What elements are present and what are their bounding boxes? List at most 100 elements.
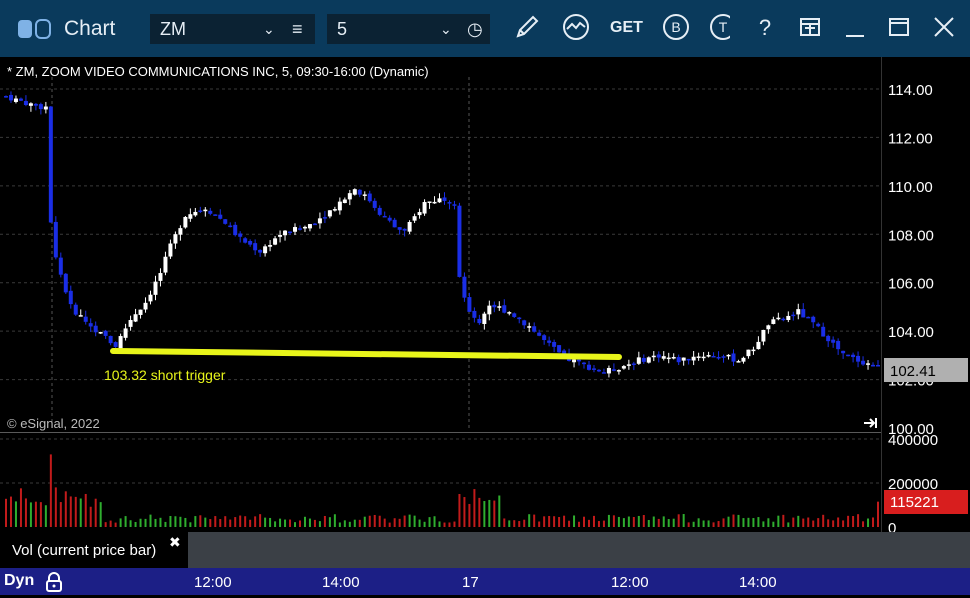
volume-bar bbox=[154, 518, 157, 527]
candle-body bbox=[577, 359, 582, 362]
volume-bar bbox=[732, 514, 735, 527]
candle-body bbox=[387, 217, 392, 221]
help-icon[interactable]: ? bbox=[750, 12, 780, 44]
price-tick-label: 112.00 bbox=[888, 130, 933, 147]
candle-body bbox=[243, 238, 248, 243]
volume-bar bbox=[548, 515, 551, 527]
candle-body bbox=[397, 227, 402, 230]
volume-bar bbox=[488, 499, 491, 527]
close-icon[interactable] bbox=[929, 12, 959, 44]
close-study-icon[interactable]: ✖ bbox=[169, 534, 181, 551]
skip-to-end-icon[interactable] bbox=[864, 418, 877, 428]
candle-body bbox=[288, 231, 293, 234]
volume-bar bbox=[229, 519, 232, 527]
candle-body bbox=[871, 364, 876, 367]
price-tick-label: 106.00 bbox=[888, 276, 934, 293]
volume-bar bbox=[423, 521, 426, 527]
volume-bar bbox=[617, 516, 620, 527]
layout-icon[interactable] bbox=[795, 12, 825, 44]
trendline[interactable] bbox=[110, 348, 622, 360]
price-chart[interactable]: 103.32 short trigger * ZM, ZOOM VIDEO CO… bbox=[0, 57, 970, 537]
candle-body bbox=[502, 305, 507, 313]
volume-bar bbox=[239, 515, 242, 527]
candle-body bbox=[103, 330, 108, 336]
volume-bar bbox=[493, 500, 496, 527]
volume-bar bbox=[378, 515, 381, 527]
candle-body bbox=[297, 228, 302, 230]
volume-bar bbox=[767, 518, 770, 527]
b-icon[interactable]: B bbox=[661, 12, 691, 44]
maximize-icon[interactable] bbox=[884, 12, 914, 44]
volume-bar bbox=[483, 501, 486, 527]
t-icon[interactable]: T bbox=[708, 12, 730, 44]
time-tick: 12:00 bbox=[611, 574, 649, 591]
candle-body bbox=[258, 249, 263, 253]
candle-body bbox=[746, 349, 751, 357]
chevron-down-icon[interactable]: ⌄ bbox=[263, 14, 275, 44]
candle-body bbox=[532, 326, 537, 332]
volume-bar bbox=[408, 514, 411, 527]
clock-icon[interactable]: ◷ bbox=[467, 14, 483, 44]
volume-bar bbox=[323, 515, 326, 527]
menu-icon[interactable]: ≡ bbox=[292, 14, 303, 44]
volume-tick-label: 0 bbox=[888, 520, 896, 532]
volume-bar bbox=[762, 521, 765, 527]
volume-bar bbox=[14, 501, 17, 527]
candle-body bbox=[776, 317, 781, 320]
volume-bar bbox=[717, 521, 720, 527]
candle-body bbox=[228, 225, 233, 228]
symbol-input[interactable]: ZM ⌄ ≡ bbox=[150, 14, 315, 44]
price-axis-labels: 114.00 112.00 110.00 108.00 106.00 104.00 102.… bbox=[888, 82, 934, 438]
get-icon[interactable]: GET bbox=[610, 12, 643, 44]
volume-bar bbox=[498, 495, 501, 527]
candle-body bbox=[801, 309, 806, 318]
candle-body bbox=[791, 314, 796, 317]
price-tick-label: 104.00 bbox=[888, 324, 934, 341]
candle-body bbox=[173, 234, 178, 244]
volume-bar bbox=[777, 515, 780, 527]
chevron-down-icon[interactable]: ⌄ bbox=[440, 14, 452, 44]
candle-body bbox=[193, 211, 198, 216]
volume-bar bbox=[478, 497, 481, 527]
price-tick-label: 110.00 bbox=[888, 179, 933, 196]
lock-icon[interactable] bbox=[44, 571, 64, 598]
volume-bar bbox=[543, 516, 546, 527]
volume-bar bbox=[9, 496, 12, 527]
candle-body bbox=[591, 368, 596, 370]
volume-bar bbox=[857, 514, 860, 527]
volume-bar bbox=[513, 520, 516, 527]
volume-bar bbox=[652, 516, 655, 527]
volume-bar bbox=[174, 516, 177, 527]
volume-bar bbox=[393, 518, 396, 527]
volume-bar bbox=[99, 502, 102, 527]
chart-area[interactable]: 103.32 short trigger * ZM, ZOOM VIDEO CO… bbox=[0, 57, 970, 537]
volume-bar bbox=[64, 491, 67, 527]
price-grid bbox=[0, 88, 882, 381]
interval-input[interactable]: 5 ⌄ ◷ bbox=[327, 14, 490, 44]
candle-body bbox=[248, 240, 253, 245]
minimize-icon[interactable] bbox=[840, 12, 870, 44]
candle-body bbox=[781, 318, 786, 321]
candle-body bbox=[866, 363, 871, 365]
candle-body bbox=[756, 341, 761, 350]
candle-body bbox=[507, 312, 512, 314]
volume-bar bbox=[867, 518, 870, 527]
pencil-icon[interactable] bbox=[512, 12, 542, 44]
volume-bar bbox=[294, 522, 297, 527]
candle-body bbox=[447, 202, 452, 204]
volume-bar bbox=[114, 522, 117, 527]
volume-bar bbox=[274, 521, 277, 527]
dynamic-mode-label[interactable]: Dyn bbox=[4, 572, 34, 590]
candle-body bbox=[457, 205, 462, 277]
volume-bar bbox=[468, 503, 471, 527]
study-icon[interactable] bbox=[561, 12, 591, 44]
candle-body bbox=[23, 100, 28, 106]
link-icon[interactable] bbox=[17, 19, 51, 39]
candle-body bbox=[686, 358, 691, 361]
candle-body bbox=[347, 193, 352, 200]
volume-study-tab[interactable]: Vol (current price bar) ✖ bbox=[0, 532, 188, 568]
candle-body bbox=[786, 315, 791, 320]
volume-bar bbox=[862, 521, 865, 527]
interval-value: 5 bbox=[337, 19, 348, 39]
candle-body bbox=[4, 96, 8, 98]
